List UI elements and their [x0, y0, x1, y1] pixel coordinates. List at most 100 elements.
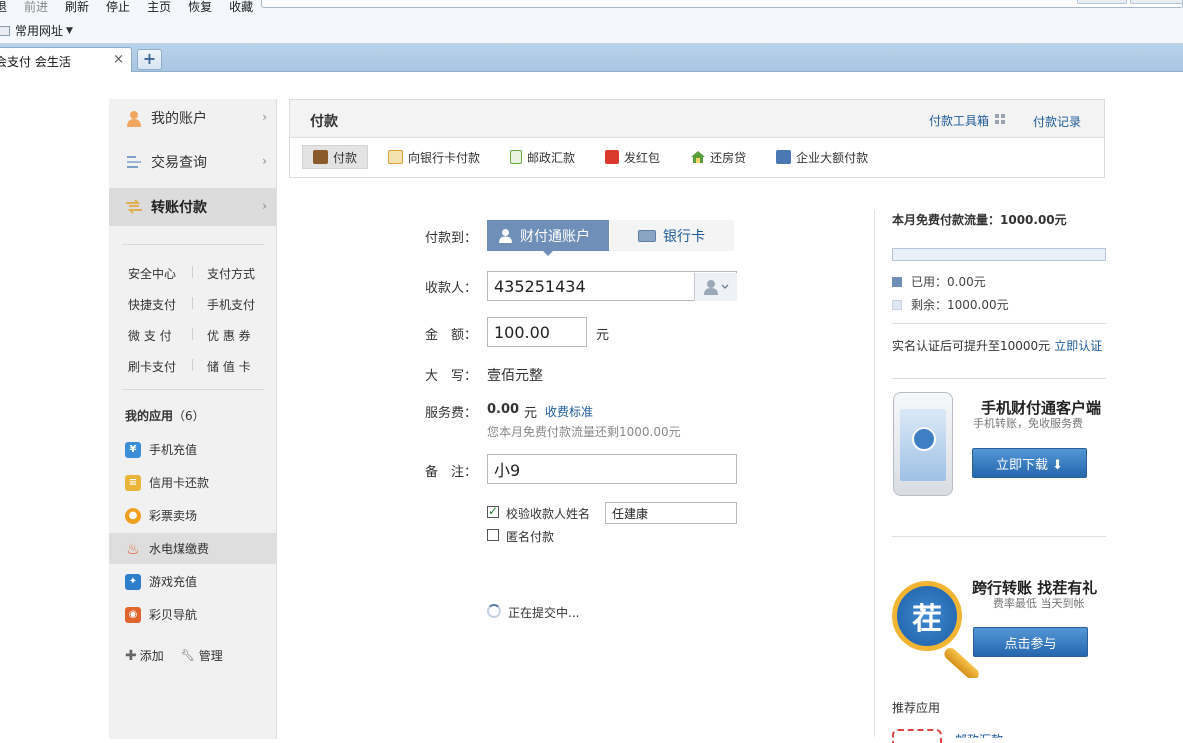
tab-enterprise-pay[interactable]: 企业大额付款	[766, 145, 878, 169]
menu-restore[interactable]: 恢复	[188, 0, 212, 16]
chevron-down-icon[interactable]: ▼	[66, 26, 73, 36]
divider	[122, 244, 264, 245]
app-caibei-nav[interactable]: ◉ 彩贝导航	[109, 599, 276, 630]
divider	[892, 378, 1106, 379]
sidebar-item-label: 我的账户	[151, 111, 207, 127]
browser-menu: 退 前进 刷新 停止 主页 恢复 收藏	[0, 0, 270, 16]
amount-value: 100.00	[494, 322, 550, 342]
app-lottery[interactable]: ● 彩票卖场	[109, 500, 276, 531]
app-mobile-recharge[interactable]: ¥ 手机充值	[109, 434, 276, 465]
header-bar: 付款 付款工具箱 付款记录	[290, 100, 1104, 138]
caibei-nav-icon: ◉	[125, 606, 141, 623]
favorites-folder[interactable]: 常用网址	[15, 22, 63, 39]
plus-icon: ✚	[125, 647, 137, 664]
payee-value: 435251434	[494, 276, 586, 296]
menu-home[interactable]: 主页	[147, 0, 171, 16]
quota-used-text: 已用：0.00元	[911, 275, 986, 289]
browser-tab[interactable]: 会支付 会生活 ×	[0, 47, 132, 72]
favorites-bar: 常用网址 ▼	[0, 22, 73, 39]
uppercase-label: 大 写：	[425, 369, 478, 384]
menu-back[interactable]: 退	[0, 0, 7, 16]
tab-label: 企业大额付款	[796, 150, 869, 165]
manage-apps-link[interactable]: 管理	[199, 647, 223, 664]
address-bar[interactable]	[261, 0, 1183, 8]
divider	[892, 536, 1106, 537]
link-micro-pay[interactable]: 微 支 付	[128, 327, 172, 344]
app-label: 信用卡还款	[149, 476, 210, 490]
quota-used: 已用：0.00元	[892, 273, 986, 290]
verify-name-checkbox[interactable]	[487, 504, 499, 518]
payment-records-link[interactable]: 付款记录	[1033, 113, 1081, 130]
divider	[192, 359, 193, 371]
payee-label: 收款人：	[425, 281, 478, 296]
contact-picker-button[interactable]	[694, 273, 737, 301]
verify-now-link[interactable]: 立即认证	[1054, 339, 1102, 353]
payment-tabs: 付款 向银行卡付款 邮政汇款 发红包 还房贷 企业大额付款	[302, 145, 888, 169]
tab-postal-remit[interactable]: 邮政汇款	[500, 145, 585, 169]
postal-icon	[510, 150, 523, 164]
tab-tenpay-account[interactable]: 财付通账户	[487, 220, 609, 256]
join-now-button[interactable]: 点击参与	[973, 627, 1088, 657]
grid-icon[interactable]	[995, 114, 1005, 124]
tab-title: 会支付 会生活	[0, 55, 71, 69]
add-app-link[interactable]: 添加	[140, 647, 164, 664]
tab-label: 邮政汇款	[527, 150, 576, 165]
app-game-recharge[interactable]: ✦ 游戏充值	[109, 566, 276, 597]
tab-bank-card[interactable]: 银行卡	[610, 220, 734, 251]
amount-input[interactable]: 100.00	[487, 317, 587, 347]
browser-toolbar: 退 前进 刷新 停止 主页 恢复 收藏 常用网址 ▼	[0, 0, 1183, 44]
quota-remaining: 剩余：1000.00元	[892, 296, 1009, 313]
promo-subtitle: 手机转账，免收服务费	[973, 417, 1083, 430]
tab-mortgage[interactable]: 还房贷	[680, 145, 756, 169]
link-card-pay[interactable]: 刷卡支付	[128, 358, 176, 375]
payment-toolbox-link[interactable]: 付款工具箱	[929, 112, 989, 129]
payee-name-input[interactable]: 任建康	[605, 502, 737, 524]
address-go-button[interactable]	[1077, 0, 1127, 4]
sidebar-item-my-account[interactable]: 我的账户 ›	[109, 99, 276, 137]
link-coupons[interactable]: 优 惠 券	[207, 327, 251, 344]
loading-spinner-icon	[487, 604, 501, 618]
new-tab-button[interactable]: +	[137, 49, 162, 70]
pay-to-label: 付款到：	[425, 231, 478, 246]
utility-flame-icon: ♨	[126, 539, 140, 558]
link-security-center[interactable]: 安全中心	[128, 265, 176, 282]
submitting-status: 正在提交中...	[508, 606, 580, 620]
link-mobile-pay[interactable]: 手机支付	[207, 296, 255, 313]
memo-label: 备 注：	[425, 465, 478, 480]
tab-label: 向银行卡付款	[408, 150, 481, 165]
link-payment-methods[interactable]: 支付方式	[207, 265, 255, 282]
credit-card-icon: ≡	[125, 474, 141, 491]
quick-links-row: 快捷支付 手机支付	[109, 290, 276, 321]
tab-label: 付款	[333, 150, 358, 165]
tab-bank-card-pay[interactable]: 向银行卡付款	[378, 145, 490, 169]
fee-label: 服务费：	[425, 406, 478, 421]
tab-red-envelope[interactable]: 发红包	[595, 145, 670, 169]
verify-name-label: 校验收款人姓名	[506, 507, 591, 521]
anonymous-checkbox[interactable]	[487, 529, 499, 541]
recommended-app-icon[interactable]	[892, 729, 942, 743]
remaining-swatch	[892, 299, 902, 310]
my-apps-title: 我的应用	[125, 409, 174, 423]
menu-favorites[interactable]: 收藏	[229, 0, 253, 16]
app-utilities[interactable]: ♨ 水电煤缴费	[109, 533, 276, 564]
sidebar-item-transactions[interactable]: 交易查询 ›	[109, 143, 276, 181]
tab-pay[interactable]: 付款	[302, 145, 369, 169]
menu-stop[interactable]: 停止	[106, 0, 130, 16]
memo-input[interactable]: 小9	[487, 454, 737, 484]
recommended-apps-title: 推荐应用	[892, 701, 941, 715]
sidebar: 我的账户 › 交易查询 › 转账付款 › 安全中心 支付方式 快捷支付 手机支付…	[109, 99, 277, 739]
promo-subtitle: 费率最低 当天到帐	[993, 597, 1085, 610]
search-box[interactable]	[1130, 0, 1183, 4]
apps-actions: ✚ 添加 🔧︎ 管理	[125, 647, 223, 664]
close-icon[interactable]: ×	[113, 52, 124, 67]
app-credit-card-repay[interactable]: ≡ 信用卡还款	[109, 467, 276, 498]
payment-header: 付款 付款工具箱 付款记录 付款 向银行卡付款 邮政汇款 发红包 还房贷 企业大…	[289, 99, 1105, 178]
link-stored-value-card[interactable]: 储 值 卡	[207, 358, 251, 375]
download-now-button[interactable]: 立即下载 ⬇	[972, 448, 1087, 478]
menu-refresh[interactable]: 刷新	[65, 0, 89, 16]
tab-label: 银行卡	[663, 228, 705, 245]
fee-standard-link[interactable]: 收费标准	[545, 403, 593, 420]
link-quick-pay[interactable]: 快捷支付	[128, 296, 176, 313]
sidebar-item-transfer[interactable]: 转账付款 ›	[109, 188, 276, 226]
menu-forward[interactable]: 前进	[24, 0, 48, 16]
